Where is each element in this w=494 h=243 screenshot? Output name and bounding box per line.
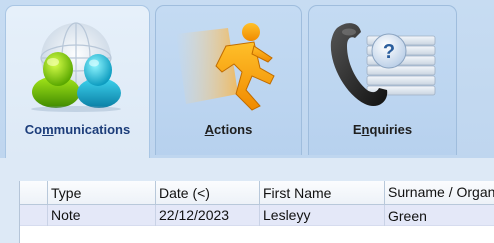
two-people-globe-icon xyxy=(31,22,121,112)
row-selector[interactable] xyxy=(20,205,47,226)
tab-enquiries[interactable]: ? Enquiries xyxy=(308,5,457,155)
table-row[interactable]: Note 22/12/2023 Lesleyy Green xyxy=(20,205,494,226)
grid-header: Type Date (<) First Name Surname / Organ… xyxy=(20,181,494,205)
cell-surname: Green xyxy=(384,205,494,226)
column-header-type[interactable]: Type xyxy=(47,181,155,205)
cell-first-name: Lesleyy xyxy=(259,205,384,226)
ribbon-tab-strip: Communications Actions ? Enquiries xyxy=(0,0,494,158)
row-selector-header xyxy=(20,181,47,205)
svg-text:?: ? xyxy=(383,41,395,63)
tab-actions-label: Actions xyxy=(204,122,253,137)
communications-grid: Type Date (<) First Name Surname / Orga n… xyxy=(19,181,494,243)
column-header-date[interactable]: Date (<) xyxy=(155,181,259,205)
cell-type: Note xyxy=(47,205,155,226)
column-header-first-name[interactable]: First Name xyxy=(259,181,384,205)
telephone-question-icon: ? xyxy=(330,23,436,107)
tab-enquiries-label: Enquiries xyxy=(352,122,413,137)
running-man-icon xyxy=(176,23,275,111)
column-header-surname[interactable]: Surname / Organisation xyxy=(384,181,494,205)
tab-communications-label: Communications xyxy=(24,122,131,137)
tab-actions[interactable]: Actions xyxy=(155,5,302,155)
cell-date: 22/12/2023 xyxy=(155,205,259,226)
tab-content-panel: Type Date (<) First Name Surname / Orga n… xyxy=(0,158,494,243)
tab-communications[interactable]: Communications xyxy=(5,5,150,158)
